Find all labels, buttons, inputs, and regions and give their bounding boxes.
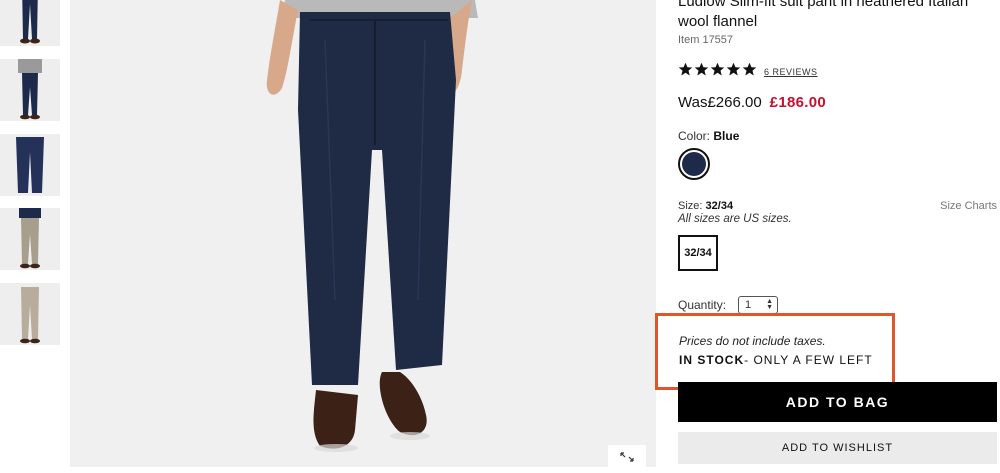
size-row: Size: 32/34 [678, 200, 733, 212]
tax-notice: Prices do not include taxes. [679, 334, 826, 348]
product-photo [70, 0, 656, 467]
stock-detail: - ONLY A FEW LEFT [744, 353, 873, 367]
price-row: Was£266.00 £186.00 [678, 94, 826, 111]
stock-status: IN STOCK [679, 353, 745, 367]
thumbnail-navy-pants-flat[interactable] [0, 134, 60, 196]
product-info-panel: Ludlow Slim-fit suit pant in heathered I… [655, 0, 1000, 473]
color-value: Blue [713, 129, 740, 143]
star-icon [694, 62, 709, 76]
quantity-row: Quantity: 1 ▲ ▼ [678, 296, 779, 314]
stepper-icon: ▲ ▼ [766, 298, 774, 311]
rating-stars [678, 62, 757, 77]
quantity-value: 1 [745, 299, 752, 311]
size-value: 32/34 [705, 200, 734, 212]
expand-icon [620, 451, 634, 465]
add-to-wishlist-button[interactable]: ADD TO WISHLIST [678, 432, 997, 464]
item-number: Item 17557 [678, 34, 734, 46]
was-price: Was£266.00 [678, 94, 762, 111]
sale-price: £186.00 [769, 94, 826, 111]
thumbnail-khaki-full[interactable] [0, 283, 60, 345]
star-icon [726, 62, 741, 76]
size-note: All sizes are US sizes. [678, 213, 792, 225]
color-swatch-blue[interactable] [678, 148, 710, 180]
swatch-fill [682, 152, 706, 176]
size-option-32-34[interactable]: 32/34 [678, 235, 718, 271]
quantity-label: Quantity: [678, 298, 727, 312]
expand-image-button[interactable] [608, 445, 646, 471]
main-product-image[interactable] [70, 0, 656, 467]
stock-line: IN STOCK- ONLY A FEW LEFT [679, 353, 892, 367]
thumbnail-navy-suit-front[interactable] [0, 0, 60, 46]
star-icon [710, 62, 725, 76]
color-row: Color: Blue [678, 129, 739, 143]
thumbnail-khaki-front[interactable] [0, 208, 60, 270]
add-to-bag-button[interactable]: ADD TO BAG [678, 382, 997, 422]
product-title: Ludlow Slim-fit suit pant in heathered I… [678, 0, 969, 30]
star-icon [678, 62, 693, 76]
star-icon [742, 62, 757, 76]
color-label: Color: [678, 129, 711, 143]
stock-notice-highlight: Prices do not include taxes. IN STOCK- O… [655, 313, 895, 390]
thumbnail-strip [0, 0, 62, 473]
size-charts-link[interactable]: Size Charts [940, 200, 997, 212]
reviews-link[interactable]: 6 REVIEWS [764, 67, 818, 77]
size-label: Size: [678, 200, 703, 212]
thumbnail-navy-suit-full[interactable] [0, 59, 60, 121]
quantity-select[interactable]: 1 ▲ ▼ [738, 296, 779, 314]
